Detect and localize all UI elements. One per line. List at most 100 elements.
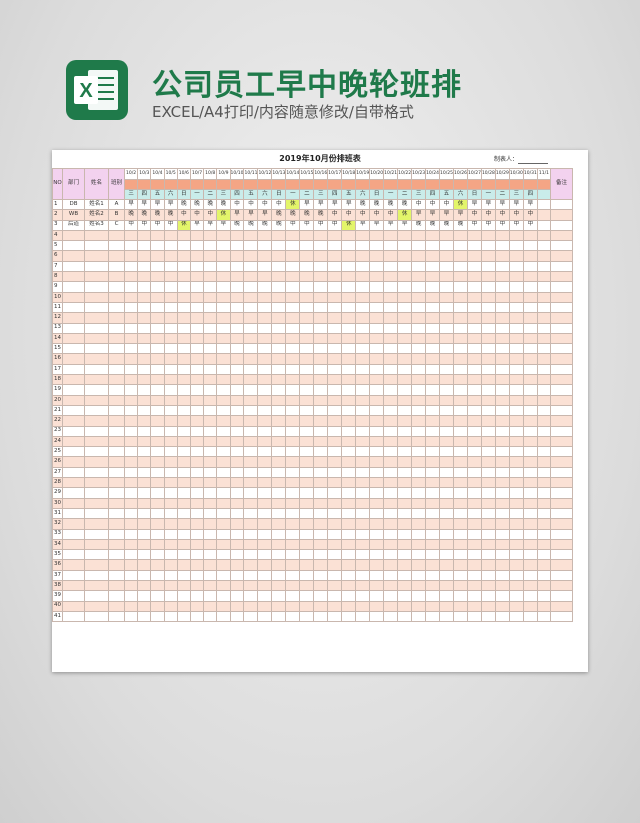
shift-day-cell[interactable]	[439, 384, 454, 396]
shift-day-cell[interactable]	[466, 425, 482, 437]
shift-day-cell[interactable]: 晚	[397, 198, 413, 211]
shift-day-cell[interactable]	[163, 466, 178, 479]
shift-day-cell[interactable]	[176, 456, 191, 468]
shift-day-cell[interactable]	[257, 404, 273, 417]
shift-day-cell[interactable]: 晚	[285, 209, 301, 221]
shift-day-cell[interactable]: 早	[257, 209, 273, 221]
shift-day-cell[interactable]	[397, 559, 413, 571]
shift-day-cell[interactable]	[299, 415, 315, 427]
shift-day-cell[interactable]	[203, 487, 218, 499]
shift-day-cell[interactable]: 休	[453, 198, 468, 211]
shift-day-cell[interactable]: 休	[176, 219, 191, 231]
shift-day-cell[interactable]	[411, 353, 427, 365]
shift-day-cell[interactable]	[189, 549, 205, 561]
shift-day-cell[interactable]	[411, 312, 427, 324]
dept-cell[interactable]	[62, 456, 85, 468]
shift-day-cell[interactable]: 中	[522, 219, 538, 231]
shift-day-cell[interactable]	[383, 363, 399, 376]
shift-day-cell[interactable]	[425, 446, 441, 458]
shift-day-cell[interactable]	[522, 229, 538, 242]
shift-day-cell[interactable]	[494, 281, 510, 293]
shift-day-cell[interactable]	[383, 250, 399, 262]
shift-day-cell[interactable]	[508, 374, 524, 386]
shift-day-cell[interactable]	[189, 518, 205, 530]
shift-day-cell[interactable]	[189, 507, 205, 520]
shift-day-cell[interactable]	[480, 301, 496, 314]
shift-day-cell[interactable]	[439, 250, 454, 262]
shift-day-cell[interactable]	[229, 569, 245, 581]
shift-day-cell[interactable]	[137, 579, 152, 592]
shift-day-cell[interactable]	[203, 477, 218, 489]
shift-day-cell[interactable]	[243, 538, 259, 551]
shift-day-cell[interactable]	[341, 229, 357, 242]
shift-day-cell[interactable]	[369, 291, 385, 303]
shift-day-cell[interactable]	[397, 271, 413, 283]
shift-day-cell[interactable]	[536, 260, 552, 273]
shift-day-cell[interactable]	[257, 579, 273, 592]
shift-day-cell[interactable]	[189, 271, 205, 283]
shift-day-cell[interactable]	[163, 477, 178, 489]
shift-day-cell[interactable]	[411, 271, 427, 283]
shift-day-cell[interactable]	[522, 497, 538, 509]
shift-day-cell[interactable]	[536, 425, 552, 437]
shift-day-cell[interactable]	[480, 384, 496, 396]
shift-day-cell[interactable]	[439, 477, 454, 489]
shift-day-cell[interactable]	[453, 343, 468, 355]
shift-day-cell[interactable]	[536, 415, 552, 427]
shift-day-cell[interactable]	[203, 291, 218, 303]
shift-day-cell[interactable]	[327, 229, 343, 242]
name-cell[interactable]	[84, 343, 109, 355]
shift-day-cell[interactable]	[522, 600, 538, 612]
shift-day-cell[interactable]	[341, 456, 357, 468]
shift-day-cell[interactable]	[439, 312, 454, 324]
shift-day-cell[interactable]	[536, 209, 552, 221]
shift-day-cell[interactable]	[439, 363, 454, 376]
remark-cell[interactable]	[550, 579, 573, 592]
shift-day-cell[interactable]	[216, 487, 231, 499]
shift-day-cell[interactable]: 中	[271, 198, 287, 211]
shift-day-cell[interactable]	[285, 343, 301, 355]
shift-day-cell[interactable]	[299, 271, 315, 283]
remark-cell[interactable]	[550, 209, 573, 221]
shift-day-cell[interactable]: 中	[176, 209, 191, 221]
shift-day-cell[interactable]	[522, 435, 538, 448]
shift-day-cell[interactable]	[536, 528, 552, 540]
dept-cell[interactable]	[62, 569, 85, 581]
shift-day-cell[interactable]	[313, 240, 329, 252]
shift-day-cell[interactable]	[425, 374, 441, 386]
shift-day-cell[interactable]	[137, 343, 152, 355]
shift-day-cell[interactable]	[494, 487, 510, 499]
shift-day-cell[interactable]	[494, 332, 510, 345]
shift-day-cell[interactable]	[480, 404, 496, 417]
shift-day-cell[interactable]	[369, 497, 385, 509]
shift-day-cell[interactable]: 早	[137, 198, 152, 211]
shift-day-cell[interactable]	[327, 363, 343, 376]
shift-cell[interactable]	[108, 332, 125, 345]
shift-day-cell[interactable]	[453, 271, 468, 283]
shift-day-cell[interactable]	[203, 518, 218, 530]
shift-day-cell[interactable]	[425, 518, 441, 530]
shift-day-cell[interactable]	[536, 507, 552, 520]
shift-day-cell[interactable]: 早	[439, 209, 454, 221]
shift-day-cell[interactable]	[176, 353, 191, 365]
shift-day-cell[interactable]: 休	[285, 198, 301, 211]
shift-day-cell[interactable]	[203, 435, 218, 448]
shift-cell[interactable]	[108, 477, 125, 489]
shift-day-cell[interactable]	[150, 477, 165, 489]
shift-day-cell[interactable]	[216, 518, 231, 530]
shift-day-cell[interactable]	[480, 446, 496, 458]
shift-day-cell[interactable]	[271, 518, 287, 530]
shift-day-cell[interactable]	[453, 240, 468, 252]
shift-day-cell[interactable]	[466, 507, 482, 520]
shift-day-cell[interactable]	[411, 281, 427, 293]
shift-day-cell[interactable]	[355, 466, 371, 479]
shift-day-cell[interactable]	[150, 312, 165, 324]
shift-day-cell[interactable]	[397, 477, 413, 489]
shift-day-cell[interactable]	[203, 343, 218, 355]
shift-day-cell[interactable]	[439, 456, 454, 468]
shift-day-cell[interactable]	[522, 260, 538, 273]
dept-cell[interactable]	[62, 425, 85, 437]
shift-day-cell[interactable]	[163, 559, 178, 571]
shift-day-cell[interactable]	[257, 394, 273, 406]
shift-day-cell[interactable]	[243, 446, 259, 458]
